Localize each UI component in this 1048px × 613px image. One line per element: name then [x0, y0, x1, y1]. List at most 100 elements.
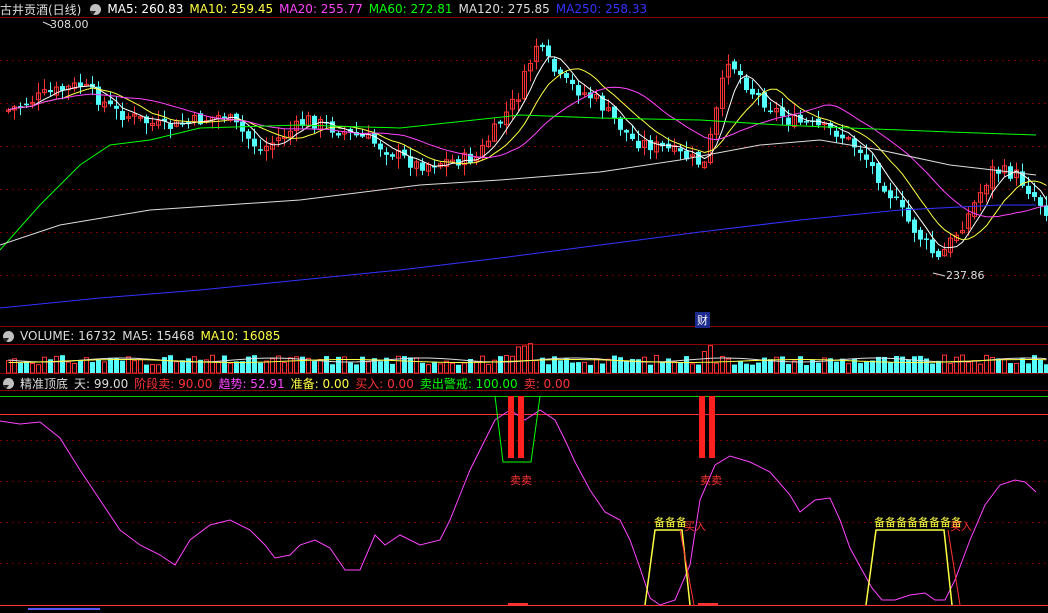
- volume-bar: [930, 363, 935, 373]
- volume-bar: [1020, 358, 1025, 373]
- volume-bar: [534, 359, 539, 374]
- volume-bar: [162, 357, 167, 373]
- candle-body: [618, 117, 623, 130]
- volume-bar: [798, 356, 803, 373]
- volume-bar: [654, 354, 659, 374]
- volume-bar: [1026, 363, 1031, 373]
- volume-bar: [1008, 363, 1013, 373]
- volume-label: VOLUME: 16732: [20, 329, 117, 343]
- volume-bar: [672, 361, 677, 374]
- volume-bar: [378, 361, 383, 373]
- volume-bar: [738, 360, 743, 373]
- volume-bar: [816, 362, 821, 373]
- volume-bar: [618, 357, 623, 373]
- volume-bar: [1044, 364, 1048, 373]
- candle-body: [780, 107, 785, 117]
- volume-bar: [438, 363, 443, 374]
- candle-body: [576, 85, 581, 96]
- candle-body: [840, 134, 845, 139]
- candle-body: [1032, 192, 1037, 197]
- volume-bar: [504, 354, 509, 374]
- volume-bar: [390, 363, 395, 373]
- volume-bar: [312, 360, 317, 373]
- volume-bar: [978, 363, 983, 374]
- candle-body: [384, 152, 389, 155]
- volume-bar: [282, 361, 287, 374]
- volume-bar: [1038, 359, 1043, 373]
- indicator-sell: 卖: 0.00: [523, 376, 571, 391]
- volume-bar: [624, 361, 629, 373]
- candle-body: [744, 77, 749, 91]
- volume-bar: [516, 346, 521, 374]
- volume-bar: [234, 361, 239, 373]
- volume-bar: [870, 360, 875, 373]
- ma120-line: [0, 139, 1037, 246]
- volume-bar: [660, 362, 665, 373]
- volume-bar: [558, 360, 563, 373]
- volume-bar: [108, 357, 113, 373]
- volume-bar: [414, 357, 419, 374]
- candle-body: [1026, 185, 1031, 194]
- volume-bar: [216, 361, 221, 374]
- candle-body: [678, 148, 683, 152]
- volume-bar: [60, 355, 65, 373]
- candle-body: [546, 45, 551, 57]
- volume-bar: [858, 363, 863, 373]
- volume-bar: [942, 354, 947, 374]
- candle-body: [750, 88, 755, 95]
- candle-body: [252, 138, 257, 147]
- volume-bar: [252, 355, 257, 373]
- candle-body: [336, 133, 341, 136]
- indicator-name: 精准顶底: [20, 376, 69, 391]
- prepare-zone: [644, 529, 691, 606]
- volume-bar: [564, 357, 569, 373]
- indicator-buy: 买入: 0.00: [355, 376, 414, 391]
- candle-body: [390, 154, 395, 157]
- sell-signal-label: 卖卖: [510, 474, 532, 487]
- candle-body: [858, 149, 863, 153]
- candle-body: [570, 79, 575, 85]
- finance-badge[interactable]: 财: [695, 312, 710, 328]
- volume-bar: [678, 362, 683, 373]
- chevron-down-icon[interactable]: [90, 3, 102, 15]
- buy-line: [679, 529, 695, 606]
- sell-signal-label: 卖卖: [700, 474, 722, 487]
- volume-bar: [522, 345, 527, 374]
- stock-title: 古井贡酒(日线): [0, 2, 82, 17]
- volume-bar: [786, 364, 791, 373]
- volume-bar: [186, 358, 191, 373]
- volume-bar: [960, 354, 965, 374]
- candle-body: [738, 70, 743, 76]
- volume-bar: [918, 355, 923, 373]
- chevron-down-icon[interactable]: [3, 377, 14, 389]
- candle-body: [312, 115, 317, 129]
- candle-body: [222, 116, 227, 119]
- sell-signal-bar: [709, 396, 715, 458]
- volume-bar: [222, 355, 227, 373]
- candle-body: [258, 149, 263, 151]
- volume-bar: [612, 355, 617, 373]
- volume-bar: [228, 362, 233, 374]
- volume-bar: [90, 362, 95, 373]
- volume-bar: [948, 363, 953, 374]
- volume-bar: [972, 360, 977, 374]
- low-price-label: 237.86: [946, 269, 985, 282]
- indicator-prepare: 准备: 0.00: [290, 376, 350, 391]
- volume-bar: [78, 360, 83, 373]
- candle-body: [624, 130, 629, 133]
- chevron-down-icon[interactable]: [3, 330, 14, 342]
- ma5-label: MA5: 260.83: [107, 2, 184, 16]
- volume-bar: [480, 355, 485, 374]
- volume-bar: [600, 363, 605, 373]
- sell-signal-bar: [699, 396, 705, 458]
- volume-bar: [888, 362, 893, 373]
- volume-bar: [288, 357, 293, 374]
- candle-body: [876, 163, 881, 183]
- candle-body: [78, 82, 83, 87]
- volume-bar: [36, 364, 41, 374]
- candle-body: [786, 117, 791, 125]
- volume-header: VOLUME: 16732 MA5: 15468 MA10: 16085: [0, 327, 280, 345]
- volume-bar: [408, 357, 413, 373]
- volume-bar: [996, 358, 1001, 373]
- prepare-signal-label: 备备备: [654, 516, 687, 529]
